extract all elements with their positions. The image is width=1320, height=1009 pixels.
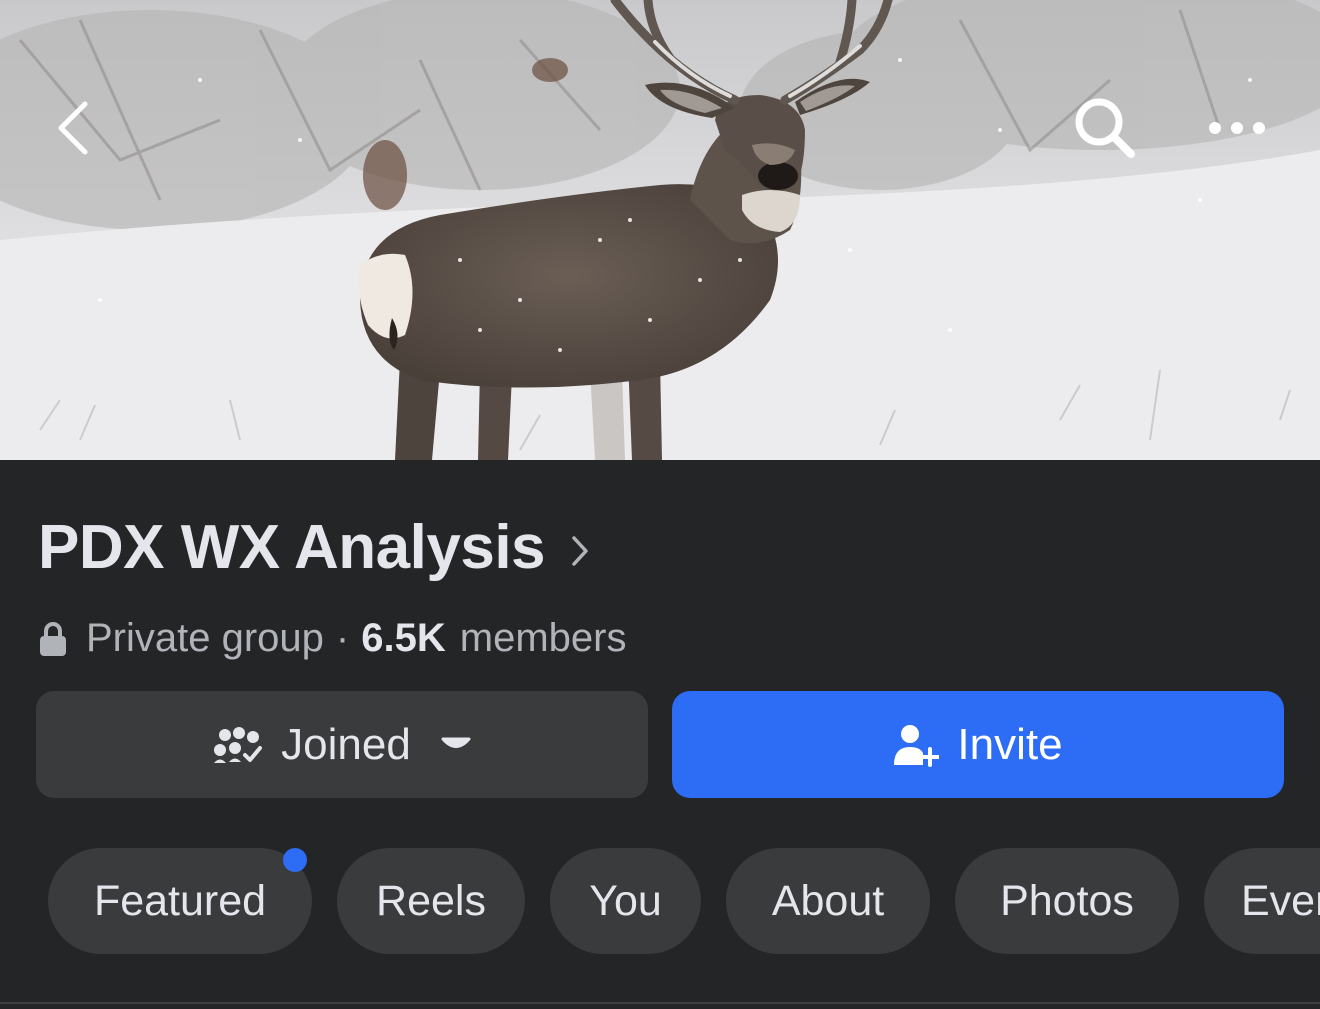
cover-photo[interactable] — [0, 0, 1320, 460]
tab-about[interactable]: About — [726, 848, 930, 954]
tab-you[interactable]: You — [550, 848, 701, 954]
divider — [0, 1002, 1320, 1004]
tab-label: Events — [1241, 876, 1320, 925]
group-name: PDX WX Analysis — [38, 512, 546, 582]
add-person-icon — [893, 723, 940, 767]
chevron-left-icon — [58, 101, 88, 155]
tab-label: Reels — [376, 876, 486, 925]
meta-separator: · — [335, 615, 350, 660]
tab-featured[interactable]: Featured — [48, 848, 312, 954]
tab-label: Featured — [93, 876, 267, 925]
tab-label: You — [589, 876, 662, 925]
tab-label: About — [771, 876, 885, 925]
tab-events[interactable]: Events — [1204, 848, 1320, 954]
caret-down-icon — [441, 736, 471, 754]
lock-icon — [38, 621, 68, 657]
tab-reels[interactable]: Reels — [337, 848, 525, 954]
group-page: PDX WX Analysis Private group · 6.5K mem… — [0, 0, 1320, 1009]
search-button[interactable] — [1062, 88, 1148, 168]
invite-label: Invite — [957, 719, 1063, 769]
more-horizontal-icon — [1209, 122, 1265, 134]
member-label[interactable]: members — [460, 616, 627, 661]
joined-button[interactable]: Joined — [36, 691, 648, 798]
group-title-row[interactable]: PDX WX Analysis — [38, 505, 589, 589]
invite-button[interactable]: Invite — [672, 691, 1284, 798]
group-members-icon — [213, 726, 263, 764]
search-icon — [1075, 98, 1135, 158]
more-options-button[interactable] — [1194, 96, 1280, 160]
joined-label: Joined — [281, 719, 411, 769]
member-count[interactable]: 6.5K — [361, 616, 446, 661]
privacy-label: Private group — [86, 615, 324, 660]
tab-photos[interactable]: Photos — [955, 848, 1179, 954]
group-tabs: Featured Reels You About Photos Events — [48, 848, 1320, 954]
chevron-right-icon — [571, 535, 589, 567]
cover-photo-image — [0, 0, 1320, 460]
group-meta: Private group · 6.5K members — [38, 608, 626, 668]
notification-badge — [283, 848, 307, 872]
back-button[interactable] — [38, 88, 108, 168]
tab-label: Photos — [1000, 876, 1134, 925]
